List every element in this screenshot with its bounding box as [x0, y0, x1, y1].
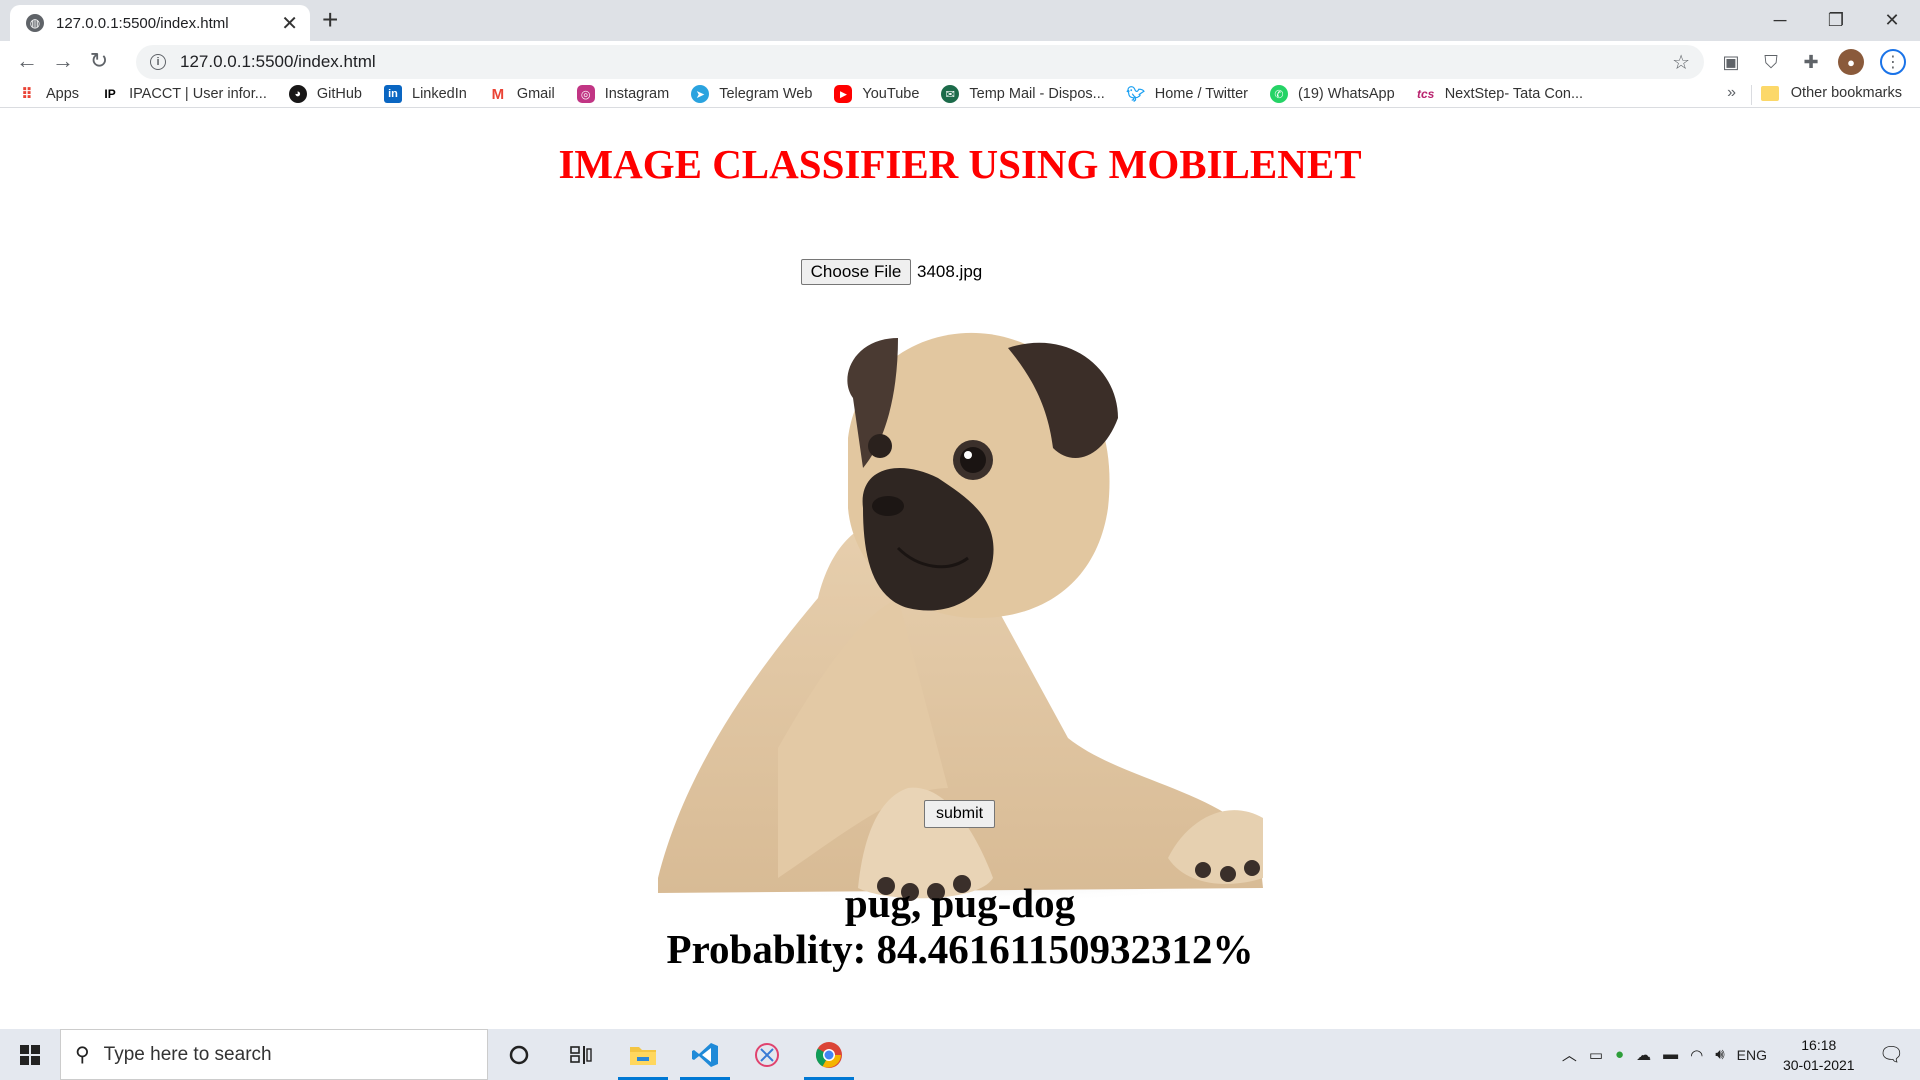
bookmark-telegram[interactable]: ➤ Telegram Web — [691, 85, 812, 103]
prediction-probability: Probablity: 84.46161150932312% — [666, 926, 1254, 972]
bookmark-whatsapp[interactable]: ✆ (19) WhatsApp — [1269, 85, 1395, 103]
bookmark-star-icon[interactable]: ☆ — [1672, 50, 1690, 75]
new-tab-icon[interactable]: + — [322, 6, 338, 34]
other-bookmarks[interactable]: Other bookmarks — [1760, 85, 1902, 101]
bookmark-instagram[interactable]: ◎ Instagram — [576, 85, 670, 103]
forward-icon[interactable]: → — [45, 43, 81, 79]
bookmark-label: YouTube — [862, 86, 920, 102]
more-bookmarks-icon[interactable]: » — [1727, 84, 1736, 102]
minimize-icon[interactable]: ─ — [1752, 0, 1808, 41]
restore-icon[interactable]: ❐ — [1808, 0, 1864, 41]
wifi-icon[interactable]: ◠ — [1690, 1046, 1703, 1064]
clock-date: 30-01-2021 — [1782, 1056, 1855, 1073]
cortana-icon[interactable] — [488, 1029, 550, 1080]
bookmark-gmail[interactable]: M Gmail — [489, 85, 555, 103]
prediction-result: pug, pug-dog Probablity: 84.461611509323… — [0, 880, 1920, 972]
tempmail-icon: ✉ — [941, 85, 960, 103]
bookmarks-bar: ⠿ Apps IP IPACCT | User infor... ◕ GitHu… — [0, 81, 1920, 108]
telegram-icon: ➤ — [691, 85, 710, 103]
bookmark-tempmail[interactable]: ✉ Temp Mail - Dispos... — [941, 85, 1105, 103]
close-window-icon[interactable]: ✕ — [1864, 0, 1920, 41]
apps-grid-icon: ⠿ — [21, 86, 33, 103]
close-tab-icon[interactable]: ✕ — [281, 11, 298, 36]
bookmark-label: IPACCT | User infor... — [129, 86, 267, 102]
linkedin-icon: in — [384, 85, 402, 103]
file-explorer-icon[interactable] — [612, 1029, 674, 1080]
profile-avatar[interactable]: ● — [1838, 49, 1864, 75]
system-tray: ︿ ▭ ● ☁ ▬ ◠ 🔊︎ ENG 16:18 30-01-2021 🗨︎ — [1556, 1029, 1920, 1080]
predicted-class: pug, pug-dog — [844, 880, 1076, 926]
chrome-icon[interactable] — [798, 1029, 860, 1080]
bookmark-label: (19) WhatsApp — [1297, 86, 1395, 102]
windows-logo-icon — [20, 1044, 40, 1065]
youtube-icon: ▶ — [834, 85, 853, 103]
windows-start-button[interactable] — [0, 1029, 60, 1080]
tab-title: 127.0.0.1:5500/index.html — [56, 14, 229, 32]
bookmark-label: LinkedIn — [412, 86, 467, 102]
picture-in-picture-icon[interactable]: ▣ — [1718, 49, 1744, 75]
ipacct-icon: IP — [104, 87, 116, 101]
clock-time: 16:18 — [1801, 1036, 1837, 1053]
browser-toolbar: ← → ↻ i 127.0.0.1:5500/index.html ☆ ▣ ⛉ … — [0, 41, 1920, 81]
bookmarks-divider — [1751, 85, 1752, 105]
github-icon: ◕ — [288, 85, 307, 103]
back-icon[interactable]: ← — [9, 43, 45, 79]
sync-check-icon[interactable]: ● — [1615, 1046, 1624, 1063]
bookmark-label: Temp Mail - Dispos... — [969, 86, 1105, 102]
extensions-puzzle-icon[interactable]: ✚ — [1798, 49, 1824, 75]
bookmark-label: Gmail — [516, 86, 555, 102]
globe-icon: ◍ — [26, 14, 44, 32]
battery-icon[interactable]: ▬ — [1663, 1046, 1678, 1063]
bookmark-apps[interactable]: ⠿ Apps — [18, 85, 79, 103]
page-content: IMAGE CLASSIFIER USING MOBILENET Choose … — [0, 128, 1920, 1029]
menu-kebab-icon[interactable]: ⋮ — [1880, 49, 1906, 75]
bookmark-label: Home / Twitter — [1154, 86, 1248, 102]
tab-strip: ◍ 127.0.0.1:5500/index.html ✕ + ─ ❐ ✕ — [0, 0, 1920, 41]
clock[interactable]: 16:18 30-01-2021 — [1783, 1035, 1855, 1075]
selected-file-name: 3408.jpg — [917, 262, 983, 281]
notifications-icon[interactable]: 🗨︎ — [1879, 1042, 1904, 1067]
snip-sketch-icon[interactable] — [736, 1029, 798, 1080]
submit-button[interactable]: submit — [924, 800, 995, 828]
shield-extension-icon[interactable]: ⛉ — [1758, 49, 1784, 75]
task-view-icon[interactable] — [550, 1029, 612, 1080]
choose-file-button[interactable]: Choose File — [801, 259, 911, 285]
bookmark-linkedin[interactable]: in LinkedIn — [384, 85, 467, 103]
search-placeholder: Type here to search — [103, 1043, 272, 1065]
address-bar[interactable]: i 127.0.0.1:5500/index.html ☆ — [136, 45, 1704, 79]
whatsapp-icon: ✆ — [1269, 85, 1288, 103]
url-text[interactable]: 127.0.0.1:5500/index.html — [180, 52, 1672, 72]
tcs-icon: tcs — [1417, 87, 1435, 101]
taskbar-search-input[interactable]: ⚲ Type here to search — [60, 1029, 488, 1080]
meet-now-icon[interactable]: ▭ — [1589, 1046, 1603, 1064]
browser-window: ◍ 127.0.0.1:5500/index.html ✕ + ─ ❐ ✕ ← … — [0, 0, 1920, 1029]
onedrive-icon[interactable]: ☁ — [1636, 1046, 1651, 1064]
twitter-icon: 🐦︎ — [1126, 86, 1146, 103]
bookmark-ipacct[interactable]: IP IPACCT | User infor... — [101, 85, 267, 103]
file-input[interactable]: Choose File 3408.jpg — [801, 259, 982, 285]
bookmark-label: Instagram — [604, 86, 670, 102]
site-info-icon[interactable]: i — [150, 54, 166, 70]
bookmark-label: Telegram Web — [719, 86, 813, 102]
vscode-icon[interactable] — [674, 1029, 736, 1080]
bookmark-twitter[interactable]: 🐦︎ Home / Twitter — [1126, 85, 1248, 103]
bookmark-label: Apps — [46, 86, 80, 102]
windows-taskbar: ⚲ Type here to search ︿ ▭ ● ☁ ▬ ◠ 🔊︎ ENG… — [0, 1029, 1920, 1080]
bookmark-tcs[interactable]: tcs NextStep- Tata Con... — [1417, 85, 1583, 103]
folder-icon — [1760, 85, 1779, 101]
page-title: IMAGE CLASSIFIER USING MOBILENET — [558, 141, 1362, 187]
gmail-icon: M — [491, 85, 505, 103]
instagram-icon: ◎ — [576, 85, 595, 103]
search-icon: ⚲ — [75, 1044, 90, 1066]
other-bookmarks-label: Other bookmarks — [1790, 85, 1902, 101]
chevron-up-icon[interactable]: ︿ — [1562, 1044, 1577, 1065]
bookmark-youtube[interactable]: ▶ YouTube — [834, 85, 919, 103]
language-indicator[interactable]: ENG — [1737, 1047, 1767, 1063]
volume-icon[interactable]: 🔊︎ — [1715, 1046, 1724, 1063]
bookmark-label: NextStep- Tata Con... — [1444, 86, 1584, 102]
bookmark-github[interactable]: ◕ GitHub — [288, 85, 362, 103]
bookmark-label: GitHub — [316, 86, 362, 102]
tab-active[interactable]: ◍ 127.0.0.1:5500/index.html ✕ — [10, 5, 310, 41]
reload-icon[interactable]: ↻ — [81, 43, 117, 79]
